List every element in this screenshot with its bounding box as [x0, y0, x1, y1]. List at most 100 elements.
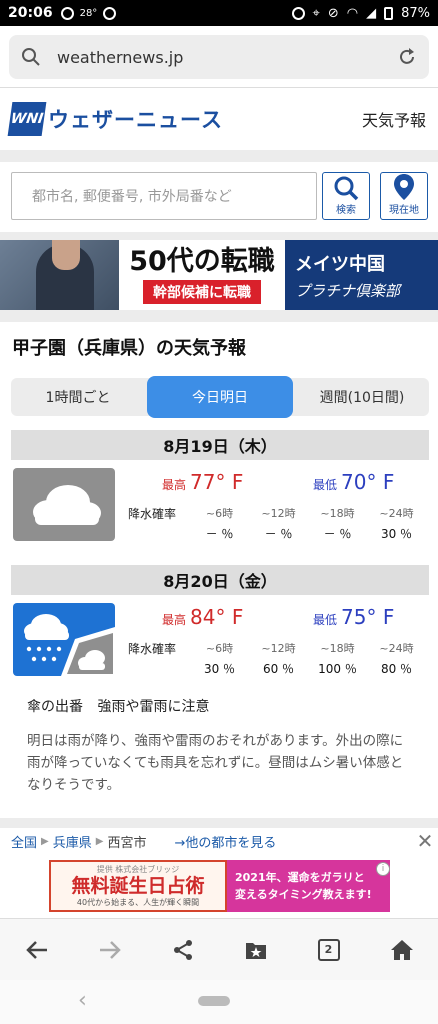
precip-value: － ％	[264, 527, 293, 541]
ad-info-icon[interactable]: i	[376, 862, 390, 876]
umbrella-advice: 傘の出番 強雨や雷雨に注意	[27, 696, 209, 716]
home-icon	[390, 939, 413, 960]
system-back-icon[interactable]: ‹	[78, 988, 87, 1013]
forecast-tabs: 1時間ごと 今日明日 週間(10日間)	[11, 376, 429, 418]
site-header: WNI ウェザーニュース 天気予報	[0, 88, 438, 150]
ad-brand-name: メイツ中国	[295, 253, 385, 275]
app-notification-icon	[60, 6, 74, 20]
rain-then-cloudy-icon	[13, 603, 115, 676]
status-temp: 28°	[79, 7, 98, 19]
low-temp: 最低 75° F	[313, 605, 394, 629]
ad-right-line: 変えるタイミング教えます!	[235, 888, 372, 901]
precip-value: 30 ％	[203, 662, 236, 676]
precip-table: ~6時 ~12時 ~18時 ~24時 30 ％ 60 ％ 100 ％ 80 ％	[190, 640, 426, 677]
battery-icon	[384, 6, 394, 20]
ad-copy: 50代の転職 幹部候補に転職	[119, 240, 285, 310]
logo-text[interactable]: ウェザーニュース	[48, 104, 223, 134]
wifi-icon: ◠	[346, 5, 359, 21]
precip-value: 80 ％	[380, 662, 413, 676]
back-button[interactable]	[17, 930, 57, 970]
ad-subline: 40代から始まる、人生が輝く瞬間	[76, 898, 200, 907]
battery-level: 87%	[401, 5, 430, 21]
tab-weekly[interactable]: 週間(10日間)	[295, 378, 429, 416]
breadcrumb-current: 西宮市	[107, 835, 147, 851]
low-temp-value: 70° F	[341, 470, 395, 494]
breadcrumb-link-country[interactable]: 全国	[11, 832, 37, 851]
share-button[interactable]	[163, 930, 203, 970]
ad-provider: 提供 株式会社ブリッジ	[96, 865, 180, 874]
location-button-label: 現在地	[389, 205, 419, 216]
tabs-icon: 2	[317, 938, 340, 961]
breadcrumb: 全国 ▶ 兵庫県 ▶ 西宮市 →他の都市を見る ✕	[0, 828, 438, 854]
forecast-description: 明日は雨が降り、強雨や雷雨のおそれがあります。外出の際に雨が降っていなくても雨具…	[27, 733, 404, 793]
other-cities-link[interactable]: →他の都市を見る	[174, 832, 276, 851]
current-location-button[interactable]: 現在地	[380, 172, 428, 220]
chevron-right-icon: ▶	[95, 835, 104, 847]
precip-hour: ~6時	[205, 642, 234, 655]
day-date-header: 8月20日（金）	[11, 565, 429, 595]
precip-hour: ~24時	[379, 507, 414, 520]
precip-hour: ~18時	[320, 642, 355, 655]
map-pin-icon	[394, 174, 414, 200]
precip-label: 降水確率	[128, 642, 177, 656]
ad-right-line: 2021年、運命をガラリと	[235, 871, 365, 884]
search-input[interactable]: 都市名, 郵便番号, 市外局番など	[11, 172, 317, 220]
day-date-header: 8月19日（木）	[11, 430, 429, 460]
share-icon	[173, 939, 192, 960]
high-temp-value: 77° F	[190, 470, 244, 494]
close-icon[interactable]: ✕	[412, 828, 438, 854]
search-area: 都市名, 郵便番号, 市外局番など 検索 現在地	[0, 162, 438, 232]
cloudy-icon	[13, 468, 115, 541]
ad-headline: 無料誕生日占術	[71, 875, 205, 897]
home-button[interactable]	[382, 930, 422, 970]
high-temp-label: 最高	[162, 478, 187, 492]
app-notification-icon	[103, 6, 117, 20]
ad-left-panel: 提供 株式会社ブリッジ 無料誕生日占術 40代から始まる、人生が輝く瞬間	[49, 860, 227, 912]
high-temp-label: 最高	[162, 613, 187, 627]
alarm-icon	[291, 6, 305, 20]
mute-icon: ⊘	[327, 5, 339, 21]
breadcrumb-link-prefecture[interactable]: 兵庫県	[53, 832, 92, 851]
low-temp-label: 最低	[313, 478, 338, 492]
browser-bottom-bar: 2	[0, 918, 438, 980]
location-status-icon: ⌖	[312, 5, 320, 21]
nav-forecast-link[interactable]: 天気予報	[362, 107, 426, 131]
search-button-label: 検索	[336, 205, 356, 216]
precip-value: 100 ％	[318, 662, 357, 676]
address-bar[interactable]: weathernews.jp	[9, 35, 429, 79]
tab-count: 2	[324, 943, 333, 956]
ad-headline: 50代の転職	[129, 246, 275, 277]
precip-hour: ~12時	[261, 507, 296, 520]
precip-table: ~6時 ~12時 ~18時 ~24時 － ％ － ％ － ％ 30 ％	[190, 505, 426, 542]
bookmark-star-icon	[245, 942, 266, 959]
precip-hour: ~18時	[320, 507, 355, 520]
precip-value: 60 ％	[262, 662, 295, 676]
search-button[interactable]: 検索	[322, 172, 370, 220]
tab-today-tomorrow[interactable]: 今日明日	[147, 376, 293, 418]
tab-hourly[interactable]: 1時間ごと	[11, 378, 145, 416]
bottom-ad-banner[interactable]: 提供 株式会社ブリッジ 無料誕生日占術 40代から始まる、人生が輝く瞬間 202…	[0, 854, 438, 918]
forward-button[interactable]	[90, 930, 130, 970]
top-ad-banner[interactable]: 50代の転職 幹部候補に転職 メイツ中国 プラチナ倶楽部	[0, 240, 438, 310]
high-temp: 最高 77° F	[162, 470, 243, 494]
reload-icon[interactable]	[397, 47, 417, 67]
ad-right-panel: 2021年、運命をガラリと 変えるタイミング教えます!	[227, 860, 390, 912]
low-temp-label: 最低	[313, 613, 338, 627]
bookmarks-button[interactable]	[236, 930, 276, 970]
tabs-button[interactable]: 2	[309, 930, 349, 970]
url-text[interactable]: weathernews.jp	[57, 48, 183, 67]
precip-hour: ~24時	[379, 642, 414, 655]
forecast-card: 甲子園（兵庫県）の天気予報 1時間ごと 今日明日 週間(10日間) 8月19日（…	[0, 322, 438, 818]
precip-label: 降水確率	[128, 507, 177, 521]
logo-mark[interactable]: WNI	[7, 102, 47, 136]
precip-hour: ~6時	[205, 507, 234, 520]
search-icon	[22, 48, 40, 66]
page-title: 甲子園（兵庫県）の天気予報	[12, 338, 246, 359]
status-time: 20:06	[8, 5, 53, 21]
search-icon	[334, 176, 359, 201]
system-nav-bar: ‹	[0, 980, 438, 1024]
home-gesture-pill[interactable]	[198, 996, 230, 1006]
arrow-right-icon	[99, 940, 121, 959]
umbrella-note: 強雨や雷雨に注意	[97, 699, 210, 715]
precip-hour: ~12時	[261, 642, 296, 655]
